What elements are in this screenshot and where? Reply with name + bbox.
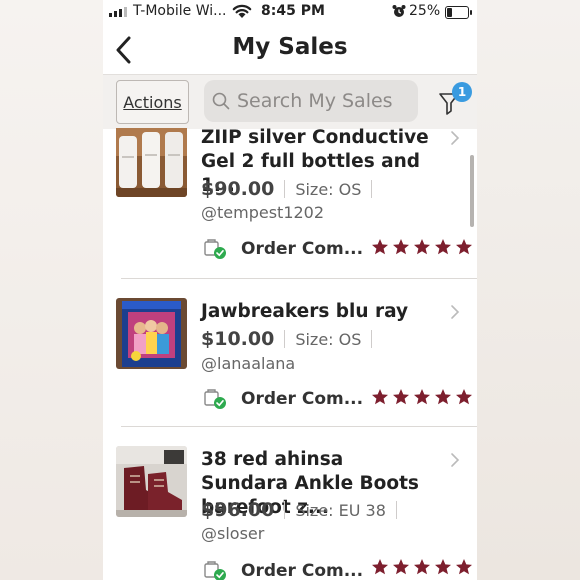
order-complete-icon (204, 239, 226, 259)
actions-label: Actions (123, 92, 182, 112)
star-icon (435, 559, 451, 575)
item-size: Size: EU 38 (295, 500, 386, 520)
rating-stars (371, 558, 473, 575)
filter-count-badge: 1 (452, 82, 472, 102)
product-thumbnail (116, 446, 187, 517)
price-row: $96.00 Size: EU 38 (201, 499, 407, 521)
search-input[interactable] (235, 89, 409, 113)
wifi-icon (232, 4, 252, 18)
item-price: $10.00 (201, 328, 275, 350)
status-bar: T-Mobile Wi... 8:45 PM 25% (103, 0, 477, 26)
order-status: Order Com... (204, 560, 363, 580)
divider (371, 330, 373, 348)
divider (284, 501, 286, 519)
star-icon (456, 239, 472, 255)
sales-list: ZIIP silver Conductive Gel 2 full bottle… (103, 128, 477, 580)
product-thumbnail (116, 298, 187, 369)
order-status: Order Com... (204, 238, 363, 260)
star-icon (372, 389, 388, 405)
actions-button[interactable]: Actions (116, 80, 189, 124)
star-icon (414, 559, 430, 575)
price-row: $90.00 Size: OS (201, 178, 382, 200)
search-bar[interactable] (204, 80, 418, 122)
star-icon (435, 239, 451, 255)
item-title: Jawbreakers blu ray (201, 301, 409, 322)
chevron-right-icon (451, 131, 460, 145)
battery-percent: 25% (409, 3, 441, 19)
star-icon (393, 389, 409, 405)
star-icon (435, 389, 451, 405)
star-icon (372, 239, 388, 255)
star-icon (456, 389, 472, 405)
item-price: $90.00 (201, 178, 275, 200)
divider (284, 330, 286, 348)
order-status-label: Order Com... (241, 239, 364, 259)
chevron-right-icon (451, 305, 460, 319)
signal-icon (109, 7, 127, 17)
filter-button[interactable]: 1 (438, 82, 472, 119)
buyer-username: @sloser (201, 524, 265, 543)
order-status-label: Order Com... (241, 389, 364, 409)
carrier-name: T-Mobile Wi... (133, 3, 227, 19)
star-icon (393, 239, 409, 255)
order-complete-icon (204, 561, 226, 580)
star-icon (393, 559, 409, 575)
phone-screen: T-Mobile Wi... 8:45 PM 25% My Sales Acti… (103, 0, 477, 580)
divider (284, 180, 286, 198)
star-icon (372, 559, 388, 575)
product-thumbnail (116, 128, 187, 197)
order-complete-icon (204, 389, 226, 409)
divider (395, 501, 397, 519)
price-row: $10.00 Size: OS (201, 328, 382, 350)
star-icon (456, 559, 472, 575)
row-divider (121, 278, 477, 279)
buyer-username: @lanaalana (201, 354, 296, 373)
divider (371, 180, 373, 198)
search-icon (212, 92, 230, 110)
status-time: 8:45 PM (261, 3, 325, 19)
star-icon (414, 239, 430, 255)
star-icon (414, 389, 430, 405)
item-size: Size: OS (295, 179, 362, 199)
rating-stars (371, 388, 473, 405)
nav-bar: My Sales (103, 26, 477, 74)
alarm-icon (392, 5, 406, 17)
buyer-username: @tempest1202 (201, 203, 325, 222)
toolbar: Actions 1 (103, 74, 477, 227)
background-left (0, 0, 103, 580)
page-title: My Sales (232, 34, 348, 60)
row-divider (121, 426, 477, 427)
order-status: Order Com... (204, 388, 363, 410)
background-right (477, 0, 580, 580)
item-price: $96.00 (201, 499, 275, 521)
rating-stars (371, 238, 473, 255)
battery-icon (445, 6, 472, 19)
chevron-right-icon (451, 453, 460, 467)
order-status-label: Order Com... (241, 561, 364, 580)
item-size: Size: OS (295, 329, 362, 349)
